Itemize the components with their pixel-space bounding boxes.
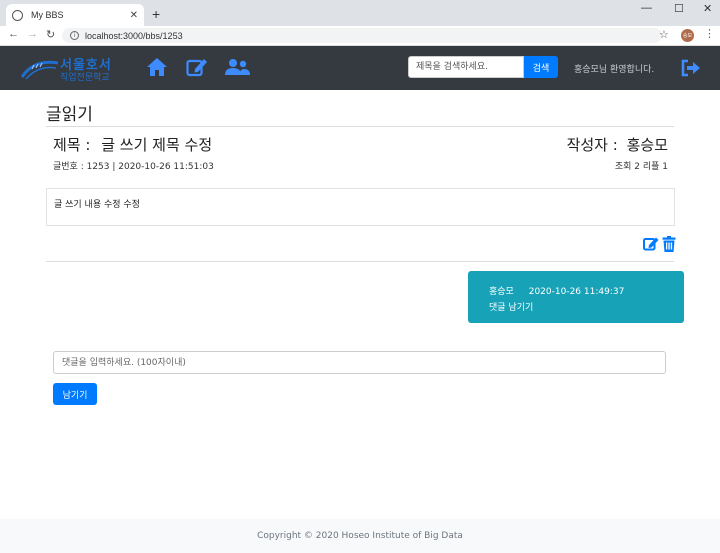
back-button[interactable]: ← bbox=[8, 28, 19, 40]
minimize-button[interactable]: — bbox=[641, 2, 652, 14]
post-title-label: 제목 : bbox=[53, 136, 91, 154]
reload-button[interactable]: ↻ bbox=[46, 28, 55, 41]
maximize-button[interactable]: ☐ bbox=[674, 2, 684, 15]
comment-input[interactable] bbox=[53, 351, 666, 374]
post-author-label: 작성자 : bbox=[566, 136, 618, 154]
edit-icon[interactable] bbox=[186, 57, 208, 77]
post-title: 글 쓰기 제목 수정 bbox=[101, 136, 213, 154]
logout-icon[interactable] bbox=[681, 59, 701, 77]
url-text: localhost:3000/bbs/1253 bbox=[85, 30, 183, 41]
users-icon[interactable] bbox=[225, 58, 250, 76]
divider bbox=[46, 126, 674, 127]
welcome-message: 홍승모님 환영합니다. bbox=[574, 65, 655, 75]
home-icon[interactable] bbox=[146, 57, 168, 77]
post-meta: 글번호 : 1253 | 2020-10-26 11:51:03 bbox=[53, 162, 214, 172]
logo-line2: 직업전문학교 bbox=[60, 73, 110, 83]
trash-icon[interactable] bbox=[662, 236, 676, 252]
search-button[interactable]: 검색 bbox=[524, 56, 558, 78]
profile-avatar[interactable]: 승모 bbox=[681, 29, 694, 42]
url-field[interactable]: i localhost:3000/bbs/1253 bbox=[62, 28, 662, 43]
edit-post-icon[interactable] bbox=[643, 236, 659, 251]
post-author: 홍승모 bbox=[626, 136, 668, 154]
window-close-button[interactable]: ✕ bbox=[703, 2, 712, 15]
app-navbar: 서울호서 직업전문학교 검색 홍승모님 환영합니다. bbox=[0, 46, 720, 90]
post-title-row: 제목 : 글 쓰기 제목 수정 bbox=[53, 134, 212, 155]
globe-icon bbox=[12, 9, 23, 21]
browser-tab[interactable]: My BBS ✕ bbox=[6, 4, 144, 26]
tab-title: My BBS bbox=[31, 10, 64, 20]
tab-close-icon[interactable]: ✕ bbox=[130, 10, 138, 21]
page-title: 글읽기 bbox=[46, 105, 93, 125]
comment-author: 홍승모 bbox=[489, 287, 514, 297]
post-content: 글 쓰기 내용 수정 수정 bbox=[46, 188, 675, 226]
comment-date: 2020-10-26 11:49:37 bbox=[528, 287, 625, 297]
address-bar: ← → ↻ i localhost:3000/bbs/1253 ☆ 승모 ⋮ bbox=[0, 26, 720, 46]
post-content-text: 글 쓰기 내용 수정 수정 bbox=[54, 200, 140, 210]
logo-swoosh-icon bbox=[20, 60, 59, 80]
comment-card: 홍승모 2020-10-26 11:49:37 댓글 남기기 bbox=[468, 271, 684, 323]
bookmark-star-icon[interactable]: ☆ bbox=[659, 28, 669, 41]
search-input[interactable] bbox=[408, 56, 524, 78]
new-tab-button[interactable]: + bbox=[152, 6, 160, 22]
divider bbox=[46, 261, 674, 262]
browser-tabstrip: My BBS ✕ + — ☐ ✕ bbox=[0, 0, 720, 26]
footer: Copyright © 2020 Hoseo Institute of Big … bbox=[0, 519, 720, 553]
submit-comment-button[interactable]: 남기기 bbox=[53, 383, 97, 405]
post-author-row: 작성자 : 홍승모 bbox=[567, 134, 668, 155]
comment-text: 댓글 남기기 bbox=[489, 303, 534, 313]
school-logo[interactable]: 서울호서 직업전문학교 bbox=[20, 53, 120, 83]
post-stats: 조회 2 리플 1 bbox=[614, 162, 668, 172]
comment-header: 홍승모 2020-10-26 11:49:37 bbox=[489, 284, 684, 297]
forward-button[interactable]: → bbox=[27, 28, 38, 40]
copyright-text: Copyright © 2020 Hoseo Institute of Big … bbox=[257, 531, 463, 541]
browser-menu-icon[interactable]: ⋮ bbox=[704, 27, 715, 40]
info-icon[interactable]: i bbox=[70, 31, 79, 40]
